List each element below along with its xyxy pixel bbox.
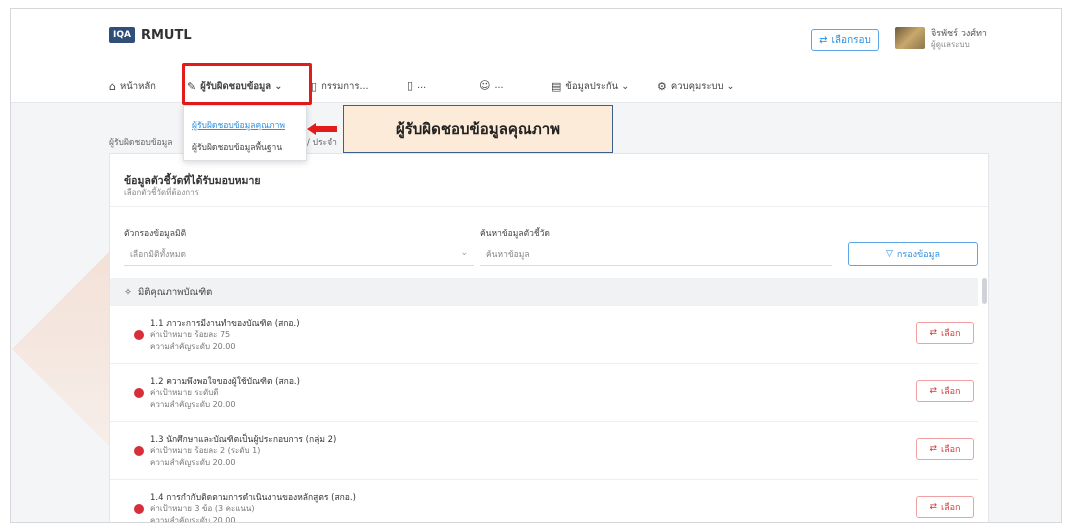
chevron-down-icon: ⌄ [460,248,468,258]
divider [110,206,988,207]
status-dot [134,446,144,456]
list-item: 1.4 การกำกับติดตามการดำเนินงานของหลักสูต… [110,480,978,523]
document-icon: ▯ [407,79,414,92]
search-input[interactable]: ค้นหาข้อมูล [480,242,832,266]
switch-icon: ⇄ [929,444,938,454]
search-placeholder: ค้นหาข้อมูล [486,249,530,260]
scrollbar[interactable] [982,278,987,304]
nav-item-label: ควบคุมระบบ ⌄ [670,81,735,92]
filter-label: ตัวกรองข้อมูลมิติ [124,229,187,239]
annotation-arrow-icon [307,123,337,135]
filter-button[interactable]: ▽ กรองข้อมูล [848,242,978,266]
select-button[interactable]: ⇄ เลือก [916,380,974,402]
nav-item-label: กรรมการ... [321,81,369,92]
nav-item-committee[interactable]: ▯ กรรมการ... [311,79,369,94]
select-round-button[interactable]: ⇄ เลือกรอบ [811,29,879,51]
nav-item-label: หน้าหลัก [119,81,156,92]
chart-icon: ▤ [551,80,562,93]
search-label: ค้นหาข้อมูลตัวชี้วัด [480,229,550,239]
data-owner-dropdown: ผู้รับผิดชอบข้อมูลคุณภาพ ผู้รับผิดชอบข้อ… [183,105,307,161]
select-button[interactable]: ⇄ เลือก [916,496,974,518]
indicator-card: ข้อมูลตัวชี้วัดที่ได้รับมอบหมาย เลือกตัว… [109,153,989,523]
filter-button-label: กรองข้อมูล [896,250,940,260]
status-dot [134,330,144,340]
breadcrumb: ผู้รับผิดชอบข้อมูล [109,138,173,148]
indicator-weight: ความสำคัญระดับ 20.00 [150,342,236,351]
status-dot [134,504,144,514]
section-header: ✧ มิติคุณภาพบัณฑิต [110,278,978,306]
nav-item-label: ... [417,80,427,91]
switch-icon: ⇄ [929,502,938,512]
indicator-weight: ความสำคัญระดับ 20.00 [150,400,236,409]
dimension-filter-select[interactable]: เลือกมิติทั้งหมด ⌄ [124,242,474,266]
select-round-label: เลือกรอบ [831,34,871,46]
select-button[interactable]: ⇄ เลือก [916,322,974,344]
select-button-label: เลือก [941,329,961,339]
card-subtitle: เลือกตัวชี้วัดที่ต้องการ [124,188,199,197]
status-dot [134,388,144,398]
logo[interactable]: IQA RMUTL [109,27,192,43]
breadcrumb-current: / ประจำ [307,138,337,148]
nav-item-home[interactable]: ⌂ หน้าหลัก [109,79,156,94]
switch-icon: ⇄ [929,386,938,396]
avatar[interactable] [895,27,925,49]
nav-item-user[interactable]: ☺ ... [479,79,504,92]
nav-item-label: ข้อมูลประกัน ⌄ [565,81,630,92]
logo-badge: IQA [109,27,135,43]
select-button-label: เลือก [941,503,961,513]
nav-item-label: ... [494,80,504,91]
select-button[interactable]: ⇄ เลือก [916,438,974,460]
switch-icon: ⇄ [929,328,938,338]
main-nav: ⌂ หน้าหลัก ✎ ผู้รับผิดชอบข้อมูล ⌄ ▯ กรรม… [11,69,1061,103]
list-item: 1.2 ความพึงพอใจของผู้ใช้บัณฑิต (สกอ.) ค่… [110,364,978,422]
select-button-label: เลือก [941,387,961,397]
indicator-weight: ความสำคัญระดับ 20.00 [150,458,236,467]
user-icon: ☺ [479,79,491,92]
indicator-weight: ความสำคัญระดับ 20.00 [150,516,236,523]
logo-text: RMUTL [140,27,192,43]
filter-value: เลือกมิติทั้งหมด [130,249,186,260]
user-role: ผู้ดูแลระบบ [931,40,970,49]
menu-item-basic-data-owner[interactable]: ผู้รับผิดชอบข้อมูลพื้นฐาน [192,140,282,154]
app-window: IQA RMUTL ⇄ เลือกรอบ จิรพัชร์ วงศ์ทา ผู้… [10,8,1062,523]
menu-item-quality-data-owner[interactable]: ผู้รับผิดชอบข้อมูลคุณภาพ [192,118,285,132]
select-button-label: เลือก [941,445,961,455]
list-item: 1.1 ภาวะการมีงานทำของบัณฑิต (สกอ.) ค่าเป… [110,306,978,364]
switch-icon: ⇄ [819,34,828,46]
nav-item-system-control[interactable]: ⚙ ควบคุมระบบ ⌄ [657,79,734,94]
wrench-icon: ⚙ [657,80,667,93]
nav-item-report[interactable]: ▯ ... [407,79,426,92]
filter-icon: ▽ [885,249,893,259]
section-title: มิติคุณภาพบัณฑิต [137,286,213,298]
list-item: 1.3 นักศึกษาและบัณฑิตเป็นผู้ประกอบการ (ก… [110,422,978,480]
annotation-highlight-box [182,63,312,105]
home-icon: ⌂ [109,80,116,93]
annotation-callout: ผู้รับผิดชอบข้อมูลคุณภาพ [343,105,613,153]
nav-item-quality-data[interactable]: ▤ ข้อมูลประกัน ⌄ [551,79,629,94]
pin-icon: ✧ [124,286,132,298]
top-bar: IQA RMUTL ⇄ เลือกรอบ จิรพัชร์ วงศ์ทา ผู้… [11,9,1061,69]
